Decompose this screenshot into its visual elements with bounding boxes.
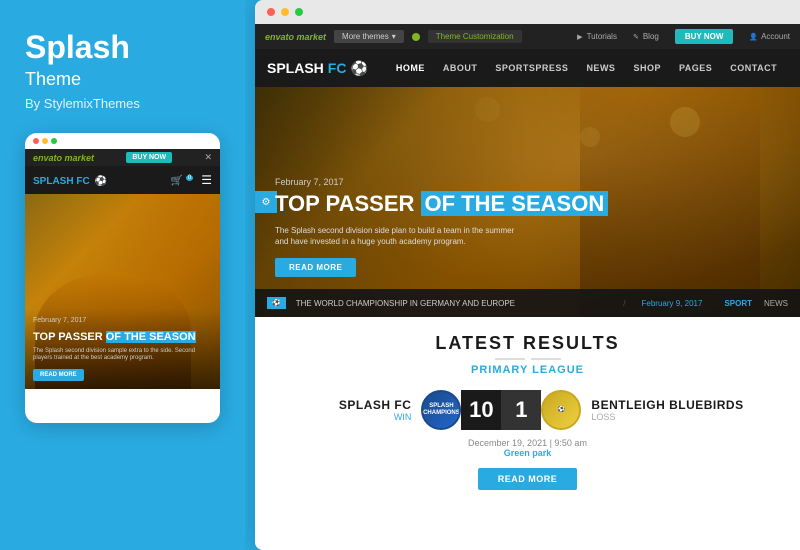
hero-section: ⚙ February 7, 2017 TOP PASSER OF THE SEA…: [255, 87, 800, 317]
settings-icon[interactable]: ⚙: [255, 191, 277, 213]
hero-content: February 7, 2017 TOP PASSER OF THE SEASO…: [275, 177, 608, 277]
mobile-hamburger-icon[interactable]: ☰: [201, 173, 212, 187]
mobile-logo: SPLASH FC ⚽: [33, 171, 107, 189]
news-tag: NEWS: [764, 299, 788, 308]
results-read-more-button[interactable]: READ MORE: [478, 468, 578, 490]
green-dot-icon: [412, 33, 420, 41]
home-team: SPLASH FC WIN: [311, 398, 411, 422]
nav-contact[interactable]: CONTACT: [722, 49, 785, 87]
browser-dot-red[interactable]: [267, 8, 275, 16]
league-name: Primary League: [275, 364, 780, 376]
mobile-hero-date: February 7, 2017: [33, 317, 212, 324]
results-divider: [275, 358, 780, 360]
match-date: December 19, 2021 | 9:50 am: [275, 438, 780, 448]
mobile-buy-button[interactable]: BUY NOW: [126, 152, 172, 163]
home-score: 10: [461, 390, 501, 430]
match-venue: Green park: [275, 448, 780, 458]
away-team-status: LOSS: [591, 412, 615, 422]
envato-market-logo: envato market: [265, 32, 326, 42]
score-section: SPLASHCHAMPIONS 10 1 ⚽: [421, 390, 581, 430]
theme-author: By StylemixThemes: [25, 96, 220, 111]
hero-title-part1: TOP PASSER: [275, 191, 414, 216]
logo-fc: FC: [328, 60, 347, 76]
divider-line-left: [495, 358, 525, 360]
mobile-dots: [33, 138, 57, 144]
browser-dot-green[interactable]: [295, 8, 303, 16]
mobile-hero-title-part2: OF THE SEASON: [106, 331, 196, 343]
breaking-text: THE WORLD CHAMPIONSHIP IN GERMANY AND EU…: [296, 299, 608, 308]
mobile-close-icon[interactable]: ✕: [204, 152, 212, 163]
mobile-dot-red: [33, 138, 39, 144]
breaking-date: February 9, 2017: [642, 299, 703, 308]
divider-line-right: [531, 358, 561, 360]
home-team-status: WIN: [394, 412, 412, 422]
browser-chrome: [255, 0, 800, 24]
browser-dot-yellow[interactable]: [281, 8, 289, 16]
away-team-badge: ⚽: [541, 390, 581, 430]
nav-sportspress[interactable]: SPORTSPRESS: [487, 49, 576, 87]
account-link[interactable]: Account: [761, 32, 790, 41]
match-row: SPLASH FC WIN SPLASHCHAMPIONS 10 1 ⚽: [275, 390, 780, 430]
more-themes-button[interactable]: More themes ▾: [334, 30, 404, 43]
results-title: LATEST RESULTS: [275, 333, 780, 354]
home-team-badge: SPLASHCHAMPIONS: [421, 390, 461, 430]
sport-tag: SPORT: [724, 299, 752, 308]
mobile-dot-yellow: [42, 138, 48, 144]
site-logo: SPLASH FC ⚽: [267, 60, 368, 77]
site-wrapper: envato market More themes ▾ Theme Custom…: [255, 24, 800, 550]
theme-customization-button[interactable]: Theme Customization: [428, 30, 522, 43]
hero-title: TOP PASSER OF THE SEASON: [275, 192, 608, 216]
nav-shop[interactable]: SHOP: [625, 49, 669, 87]
theme-subtitle: Theme: [25, 69, 220, 90]
logo-splash: SPLASH: [267, 60, 324, 76]
results-read-more: READ MORE: [275, 468, 780, 490]
site-top-bar: envato market More themes ▾ Theme Custom…: [255, 24, 800, 49]
hero-date: February 7, 2017: [275, 177, 608, 187]
chevron-down-icon: ▾: [392, 32, 396, 41]
match-info: December 19, 2021 | 9:50 am Green park: [275, 438, 780, 458]
nav-links: HOME ABOUT SPORTSPRESS NEWS SHOP PAGES C…: [388, 49, 788, 87]
site-nav: SPLASH FC ⚽ HOME ABOUT SPORTSPRESS NEWS …: [255, 49, 800, 87]
nav-about[interactable]: ABOUT: [435, 49, 486, 87]
buy-now-button[interactable]: BUY NOW: [675, 29, 734, 44]
mobile-hero: February 7, 2017 TOP PASSER OF THE SEASO…: [25, 194, 220, 389]
mobile-mockup: envato market BUY NOW ✕ SPLASH FC ⚽ 🛒 0 …: [25, 133, 220, 423]
mobile-nav: SPLASH FC ⚽ 🛒 0 ☰: [25, 166, 220, 194]
hero-title-highlight: OF THE SEASON: [421, 191, 609, 216]
mobile-hero-overlay: February 7, 2017 TOP PASSER OF THE SEASO…: [25, 309, 220, 390]
away-score: 1: [501, 390, 541, 430]
mobile-dot-green: [51, 138, 57, 144]
right-panel: envato market More themes ▾ Theme Custom…: [255, 0, 800, 550]
breaking-news-bar: ⚽ THE WORLD CHAMPIONSHIP IN GERMANY AND …: [255, 289, 800, 317]
nav-home[interactable]: HOME: [388, 49, 433, 87]
home-team-name: SPLASH FC: [339, 398, 412, 412]
logo-soccer-icon: ⚽: [350, 60, 367, 77]
mobile-cart-icon[interactable]: 🛒 0: [171, 175, 194, 186]
left-panel: Splash Theme By StylemixThemes envato ma…: [0, 0, 245, 550]
nav-news[interactable]: NEWS: [578, 49, 623, 87]
account-icon: 👤: [749, 33, 758, 41]
breaking-separator: /: [623, 299, 625, 308]
blog-icon: ✎: [633, 33, 639, 41]
blog-link[interactable]: Blog: [643, 32, 659, 41]
mobile-top-bar: [25, 133, 220, 149]
mobile-soccer-icon: ⚽: [94, 176, 106, 187]
mobile-logo-text: SPLASH FC ⚽: [33, 176, 107, 187]
away-team-name: BENTLEIGH BLUEBIRDS: [591, 398, 743, 412]
mobile-read-more-button[interactable]: READ MORE: [33, 369, 84, 381]
theme-title-block: Splash Theme By StylemixThemes: [25, 30, 220, 133]
video-icon: ▶: [577, 33, 582, 41]
hero-read-more-button[interactable]: READ MORE: [275, 258, 356, 277]
away-team: BENTLEIGH BLUEBIRDS LOSS: [591, 398, 743, 422]
mobile-hero-title-part1: TOP PASSER: [33, 331, 106, 343]
tutorials-link[interactable]: Tutorials: [587, 32, 617, 41]
mobile-envato-logo: envato market: [33, 153, 94, 163]
results-section: LATEST RESULTS Primary League SPLASH FC …: [255, 317, 800, 550]
mobile-envato-bar: envato market BUY NOW ✕: [25, 149, 220, 166]
mobile-hero-description: The Splash second division sample extra …: [33, 348, 212, 364]
nav-pages[interactable]: PAGES: [671, 49, 720, 87]
theme-title: Splash: [25, 30, 220, 65]
breaking-label: ⚽: [267, 297, 286, 309]
hero-description: The Splash second division side plan to …: [275, 225, 515, 247]
